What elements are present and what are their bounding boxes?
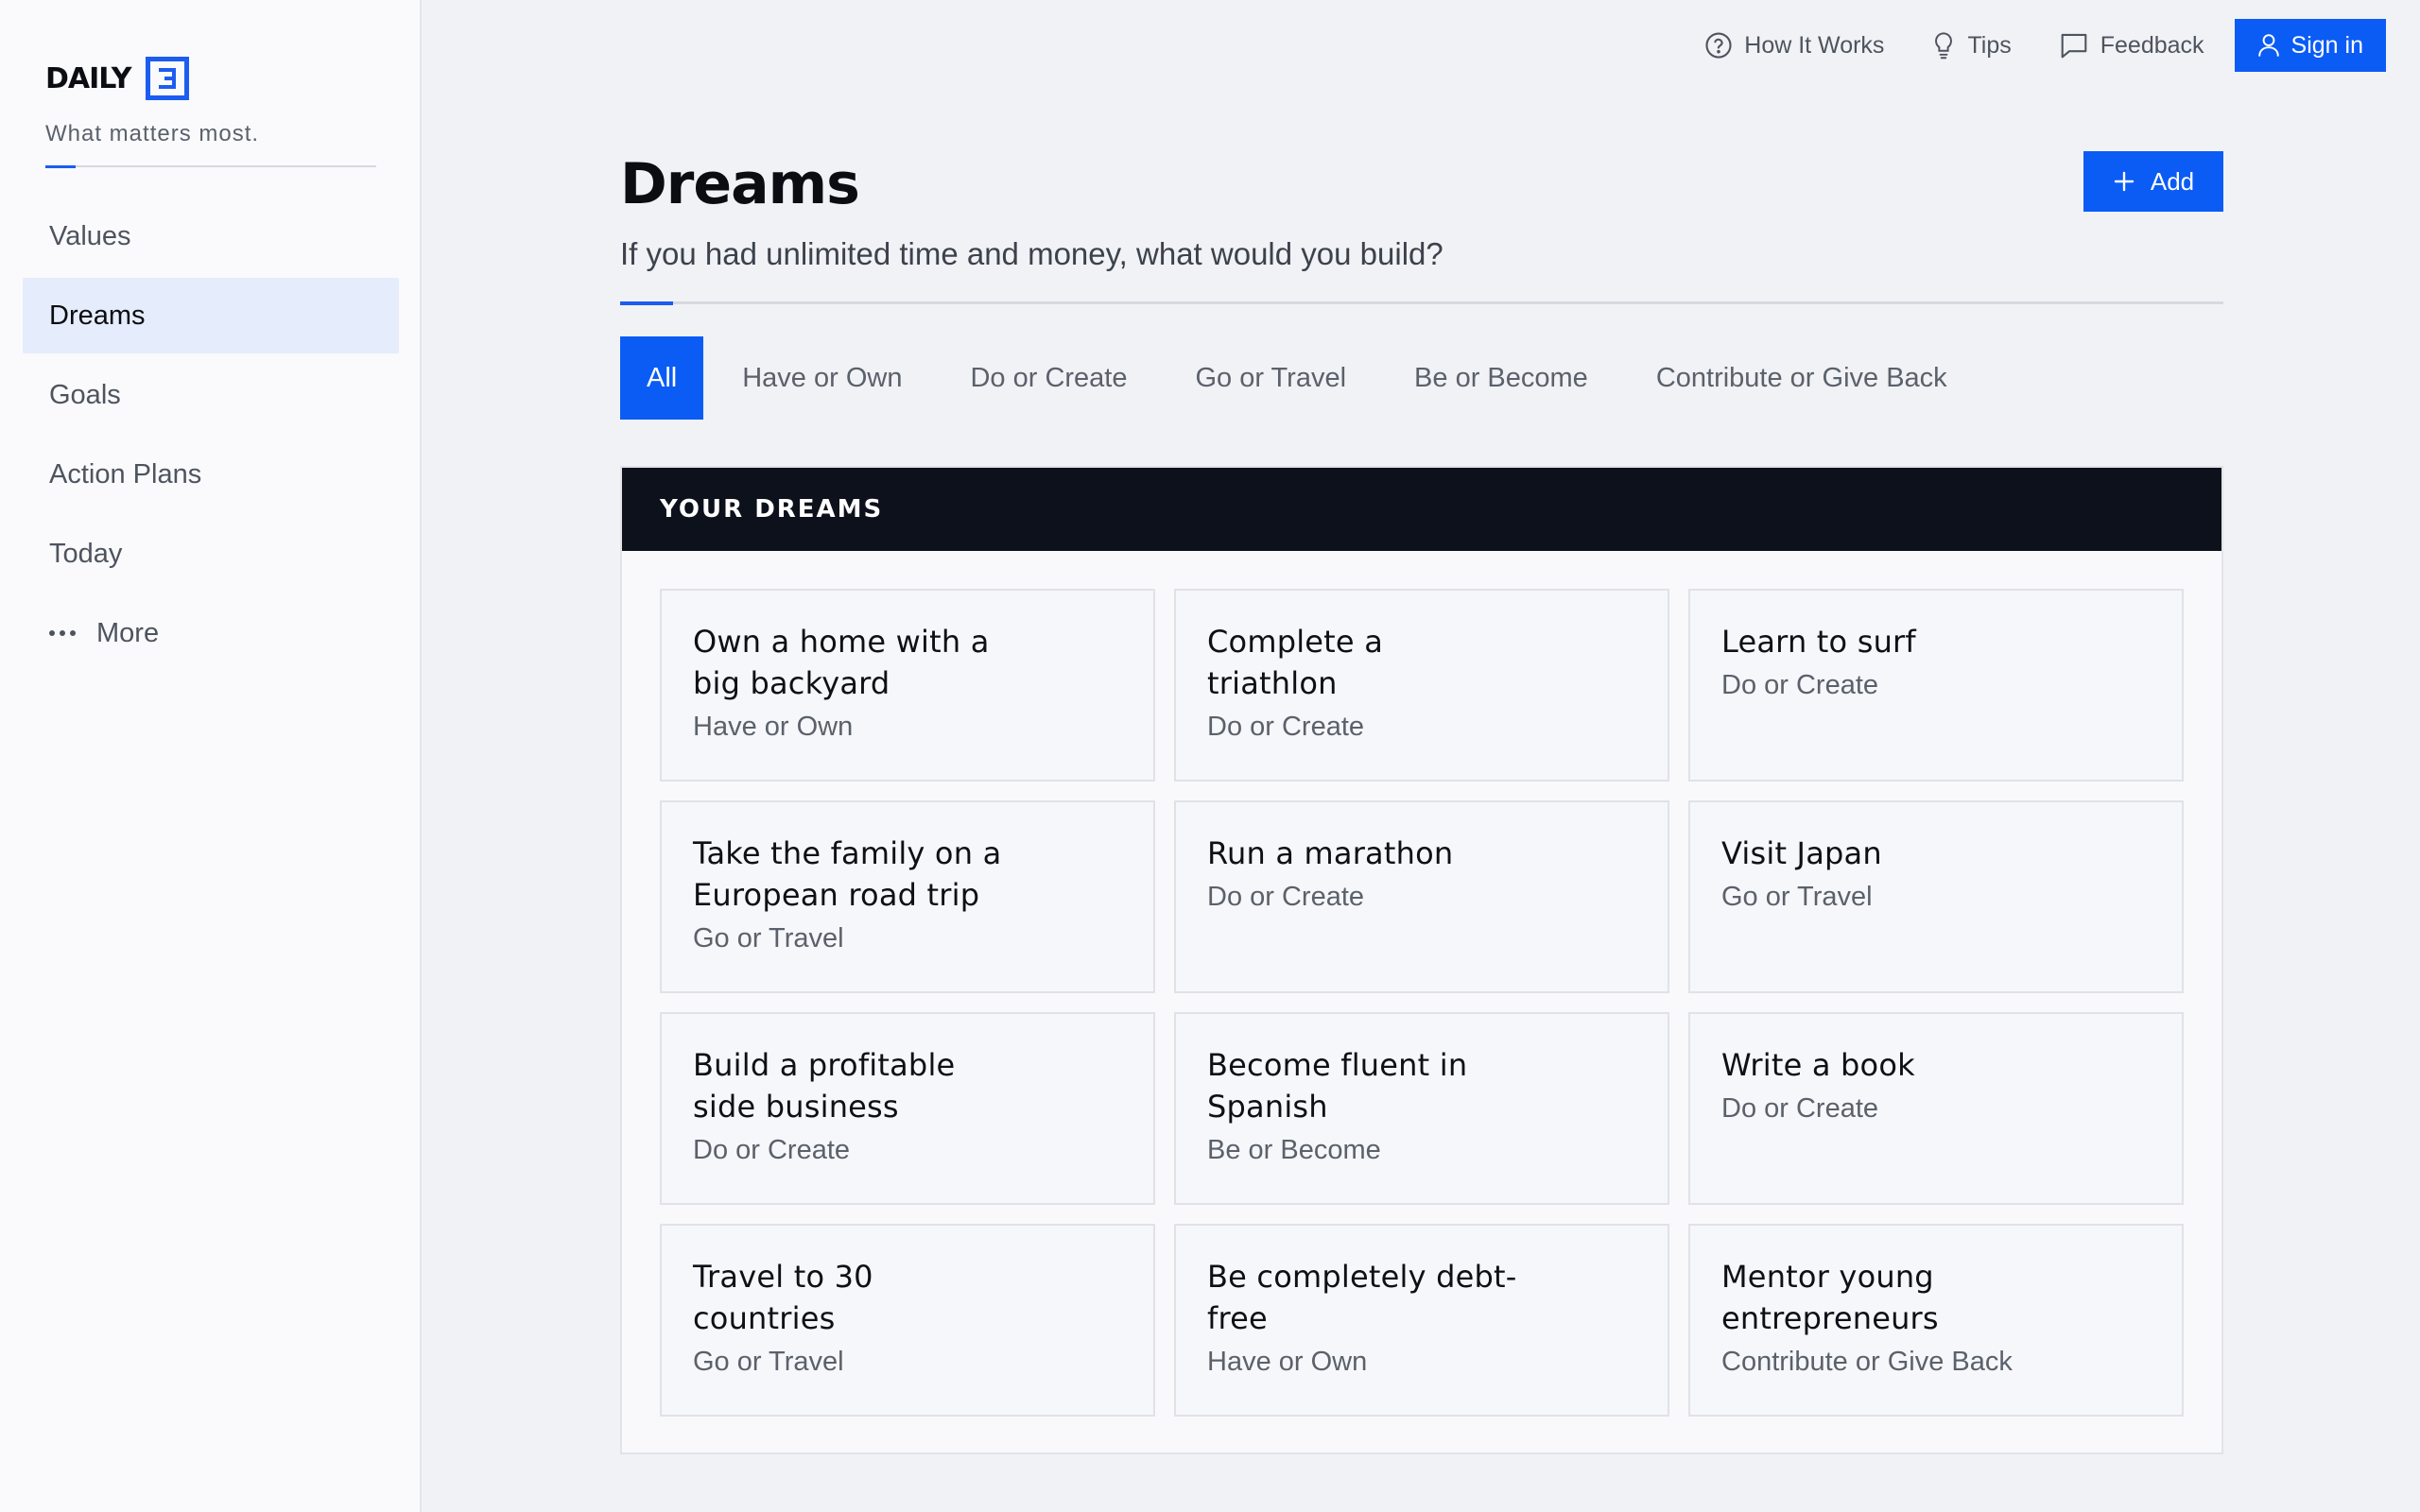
dream-category: Go or Travel — [1721, 882, 1873, 912]
help-circle-icon — [1705, 32, 1732, 59]
user-icon — [2257, 34, 2279, 57]
tips-label: Tips — [1967, 31, 2012, 59]
panel-header: YOUR DREAMS — [622, 468, 2221, 551]
sidebar-item-label: Today — [49, 538, 123, 569]
lightbulb-icon — [1935, 32, 1953, 60]
e-box-logo-icon — [146, 57, 190, 100]
title-divider — [620, 301, 2223, 305]
dream-card[interactable]: Take the family on a European road trip … — [660, 800, 1155, 993]
dream-title: Complete a triathlon — [1207, 624, 1383, 701]
sidebar-item-goals[interactable]: Goals — [23, 357, 399, 433]
tab-all[interactable]: All — [620, 336, 704, 420]
dream-card[interactable]: Visit Japan Go or Travel — [1688, 800, 2184, 993]
top-bar: How It Works Tips Feedback Sign in — [1657, 19, 2386, 72]
tab-have-or-own[interactable]: Have or Own — [717, 336, 927, 420]
dream-card[interactable]: Travel to 30 countries Go or Travel — [660, 1224, 1155, 1417]
dream-card[interactable]: Build a profitable side business Do or C… — [660, 1012, 1155, 1205]
dream-title: Build a profitable side business — [693, 1047, 956, 1125]
dream-title: Write a book — [1721, 1047, 1915, 1083]
dream-category: Do or Create — [1207, 882, 1365, 912]
dream-category: Be or Become — [1207, 1135, 1381, 1165]
dream-card[interactable]: Complete a triathlon Do or Create — [1174, 589, 1669, 782]
sidebar-item-today[interactable]: Today — [23, 516, 399, 592]
sign-in-label: Sign in — [2290, 31, 2363, 59]
tagline-divider — [45, 165, 376, 168]
dream-category: Go or Travel — [693, 923, 844, 954]
dream-category: Do or Create — [1721, 670, 1879, 700]
tips-link[interactable]: Tips — [1931, 31, 2012, 60]
sidebar-item-action-plans[interactable]: Action Plans — [23, 437, 399, 512]
dream-category: Have or Own — [693, 712, 854, 742]
tab-do-or-create[interactable]: Do or Create — [944, 336, 1152, 420]
dream-card[interactable]: Run a marathon Do or Create — [1174, 800, 1669, 993]
sidebar-item-dreams[interactable]: Dreams — [23, 278, 399, 353]
sidebar-item-values[interactable]: Values — [23, 198, 399, 274]
dream-category: Do or Create — [1207, 712, 1365, 742]
dream-category: Do or Create — [1721, 1093, 1879, 1124]
dream-title: Become fluent in Spanish — [1207, 1047, 1468, 1125]
dream-card[interactable]: Own a home with a big backyard Have or O… — [660, 589, 1155, 782]
brand-tagline: What matters most. — [45, 121, 260, 146]
sidebar-item-label: Goals — [49, 379, 121, 410]
feedback-link[interactable]: Feedback — [2059, 31, 2204, 60]
tab-contribute-or-give-back[interactable]: Contribute or Give Back — [1631, 336, 1973, 420]
dreams-panel: YOUR DREAMS Own a home with a big backya… — [620, 466, 2223, 1454]
how-it-works-label: How It Works — [1744, 31, 1885, 59]
dream-card[interactable]: Mentor young entrepreneurs Contribute or… — [1688, 1224, 2184, 1417]
feedback-label: Feedback — [2100, 31, 2204, 59]
brand-logo[interactable]: DAILY — [45, 57, 190, 100]
sidebar-item-label: More — [96, 617, 160, 648]
sign-in-button[interactable]: Sign in — [2234, 19, 2386, 72]
dream-category: Have or Own — [1207, 1347, 1368, 1377]
how-it-works-link[interactable]: How It Works — [1704, 31, 1884, 60]
dream-title: Be completely debt-free — [1207, 1259, 1517, 1336]
dream-category: Contribute or Give Back — [1721, 1347, 2013, 1377]
sidebar-nav: Values Dreams Goals Action Plans Today M… — [23, 198, 399, 675]
category-tabs: All Have or Own Do or Create Go or Trave… — [620, 336, 1990, 420]
page-subtitle: If you had unlimited time and money, wha… — [620, 236, 1443, 271]
dream-title: Learn to surf — [1721, 624, 1916, 660]
dream-title: Take the family on a European road trip — [693, 835, 1002, 913]
sidebar-item-label: Dreams — [49, 300, 146, 331]
dream-card[interactable]: Write a book Do or Create — [1688, 1012, 2184, 1205]
sidebar-item-label: Action Plans — [49, 458, 202, 490]
dream-title: Own a home with a big backyard — [693, 624, 990, 701]
dream-card[interactable]: Learn to surf Do or Create — [1688, 589, 2184, 782]
add-dream-button[interactable]: Add — [2083, 151, 2223, 212]
tab-be-or-become[interactable]: Be or Become — [1389, 336, 1614, 420]
dream-title: Mentor young entrepreneurs — [1721, 1259, 1939, 1336]
sidebar-item-label: Values — [49, 220, 131, 251]
sidebar: DAILY What matters most. Values Dreams G… — [0, 0, 422, 1512]
dream-category: Go or Travel — [693, 1347, 844, 1377]
tab-go-or-travel[interactable]: Go or Travel — [1169, 336, 1372, 420]
page-title: Dreams — [620, 151, 860, 217]
chat-bubble-icon — [2061, 33, 2087, 59]
brand-name: DAILY — [45, 61, 131, 95]
dream-title: Travel to 30 countries — [693, 1259, 873, 1336]
dreams-grid: Own a home with a big backyard Have or O… — [660, 589, 2184, 1417]
dream-title: Visit Japan — [1721, 835, 1882, 871]
add-label: Add — [2150, 166, 2195, 196]
more-dots-icon — [49, 630, 76, 636]
dream-card[interactable]: Become fluent in Spanish Be or Become — [1174, 1012, 1669, 1205]
dream-card[interactable]: Be completely debt-free Have or Own — [1174, 1224, 1669, 1417]
dream-title: Run a marathon — [1207, 835, 1454, 871]
dream-category: Do or Create — [693, 1135, 851, 1165]
sidebar-item-more[interactable]: More — [23, 595, 399, 671]
plus-icon — [2114, 171, 2135, 192]
